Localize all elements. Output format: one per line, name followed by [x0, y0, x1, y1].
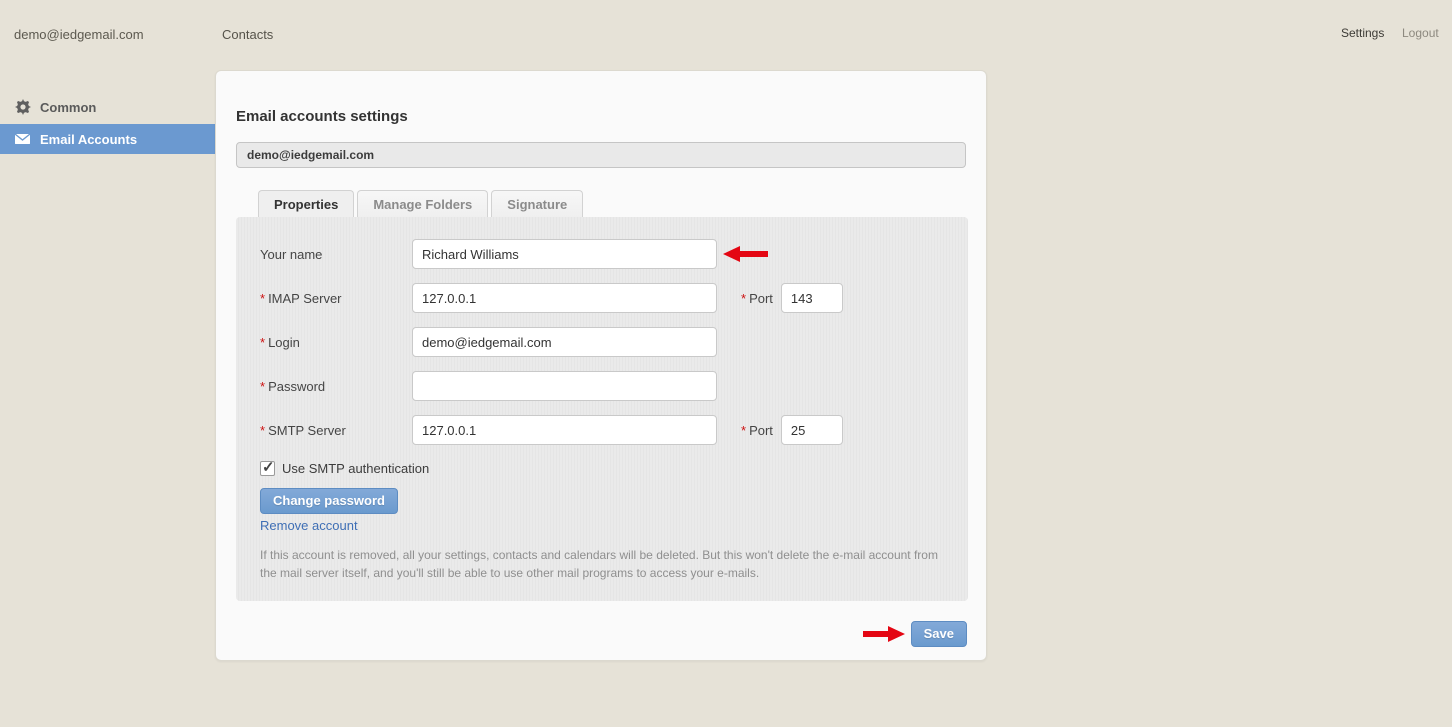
password-label: *Password: [260, 379, 412, 394]
settings-tabs: Properties Manage Folders Signature: [258, 190, 966, 217]
save-button[interactable]: Save: [911, 621, 967, 647]
your-name-label: Your name: [260, 247, 412, 262]
red-arrow-right-icon: [863, 626, 905, 642]
imap-port-label: *Port: [741, 291, 773, 306]
your-name-row: Your name: [260, 239, 944, 269]
required-marker: *: [741, 423, 746, 438]
smtp-server-input[interactable]: [412, 415, 717, 445]
gear-icon: [14, 99, 31, 116]
email-account-settings-card: Email accounts settings demo@iedgemail.c…: [215, 70, 987, 661]
smtp-port-label: *Port: [741, 423, 773, 438]
smtp-port-input[interactable]: [781, 415, 843, 445]
required-marker: *: [260, 291, 265, 306]
save-row: Save: [863, 621, 967, 647]
required-marker: *: [741, 291, 746, 306]
imap-server-row: *IMAP Server *Port: [260, 283, 944, 313]
remove-account-warning-text: If this account is removed, all your set…: [260, 546, 955, 582]
remove-account-link[interactable]: Remove account: [260, 518, 358, 533]
account-selector-bar[interactable]: demo@iedgemail.com: [236, 142, 966, 168]
tab-manage-folders[interactable]: Manage Folders: [357, 190, 488, 217]
sidebar-item-common[interactable]: Common: [0, 92, 218, 122]
change-password-button[interactable]: Change password: [260, 488, 398, 514]
smtp-auth-checkbox[interactable]: ✓: [260, 461, 275, 476]
smtp-auth-label: Use SMTP authentication: [282, 461, 429, 476]
required-marker: *: [260, 423, 265, 438]
imap-server-input[interactable]: [412, 283, 717, 313]
red-arrow-left-icon: [723, 246, 768, 267]
smtp-server-label: *SMTP Server: [260, 423, 412, 438]
your-name-input[interactable]: [412, 239, 717, 269]
sidebar-item-label: Common: [40, 100, 96, 115]
required-marker: *: [260, 335, 265, 350]
imap-port-input[interactable]: [781, 283, 843, 313]
smtp-server-row: *SMTP Server *Port: [260, 415, 944, 445]
login-input[interactable]: [412, 327, 717, 357]
account-email: demo@iedgemail.com: [14, 27, 144, 42]
properties-panel: Your name *IMAP Server *Port *Login *Pas…: [236, 217, 968, 601]
nav-settings[interactable]: Settings: [1341, 26, 1384, 40]
login-row: *Login: [260, 327, 944, 357]
imap-server-label: *IMAP Server: [260, 291, 412, 306]
tab-properties[interactable]: Properties: [258, 190, 354, 217]
sidebar-item-label: Email Accounts: [40, 132, 137, 147]
page-title: Email accounts settings: [236, 108, 966, 125]
required-marker: *: [260, 379, 265, 394]
password-row: *Password: [260, 371, 944, 401]
tab-signature[interactable]: Signature: [491, 190, 583, 217]
nav-contacts[interactable]: Contacts: [222, 27, 273, 42]
password-input[interactable]: [412, 371, 717, 401]
sidebar-item-email-accounts[interactable]: Email Accounts: [0, 124, 218, 154]
check-icon: ✓: [262, 458, 275, 476]
login-label: *Login: [260, 335, 412, 350]
smtp-auth-checkbox-row[interactable]: ✓ Use SMTP authentication: [260, 461, 944, 476]
envelope-icon: [14, 131, 31, 148]
nav-logout[interactable]: Logout: [1402, 26, 1439, 40]
